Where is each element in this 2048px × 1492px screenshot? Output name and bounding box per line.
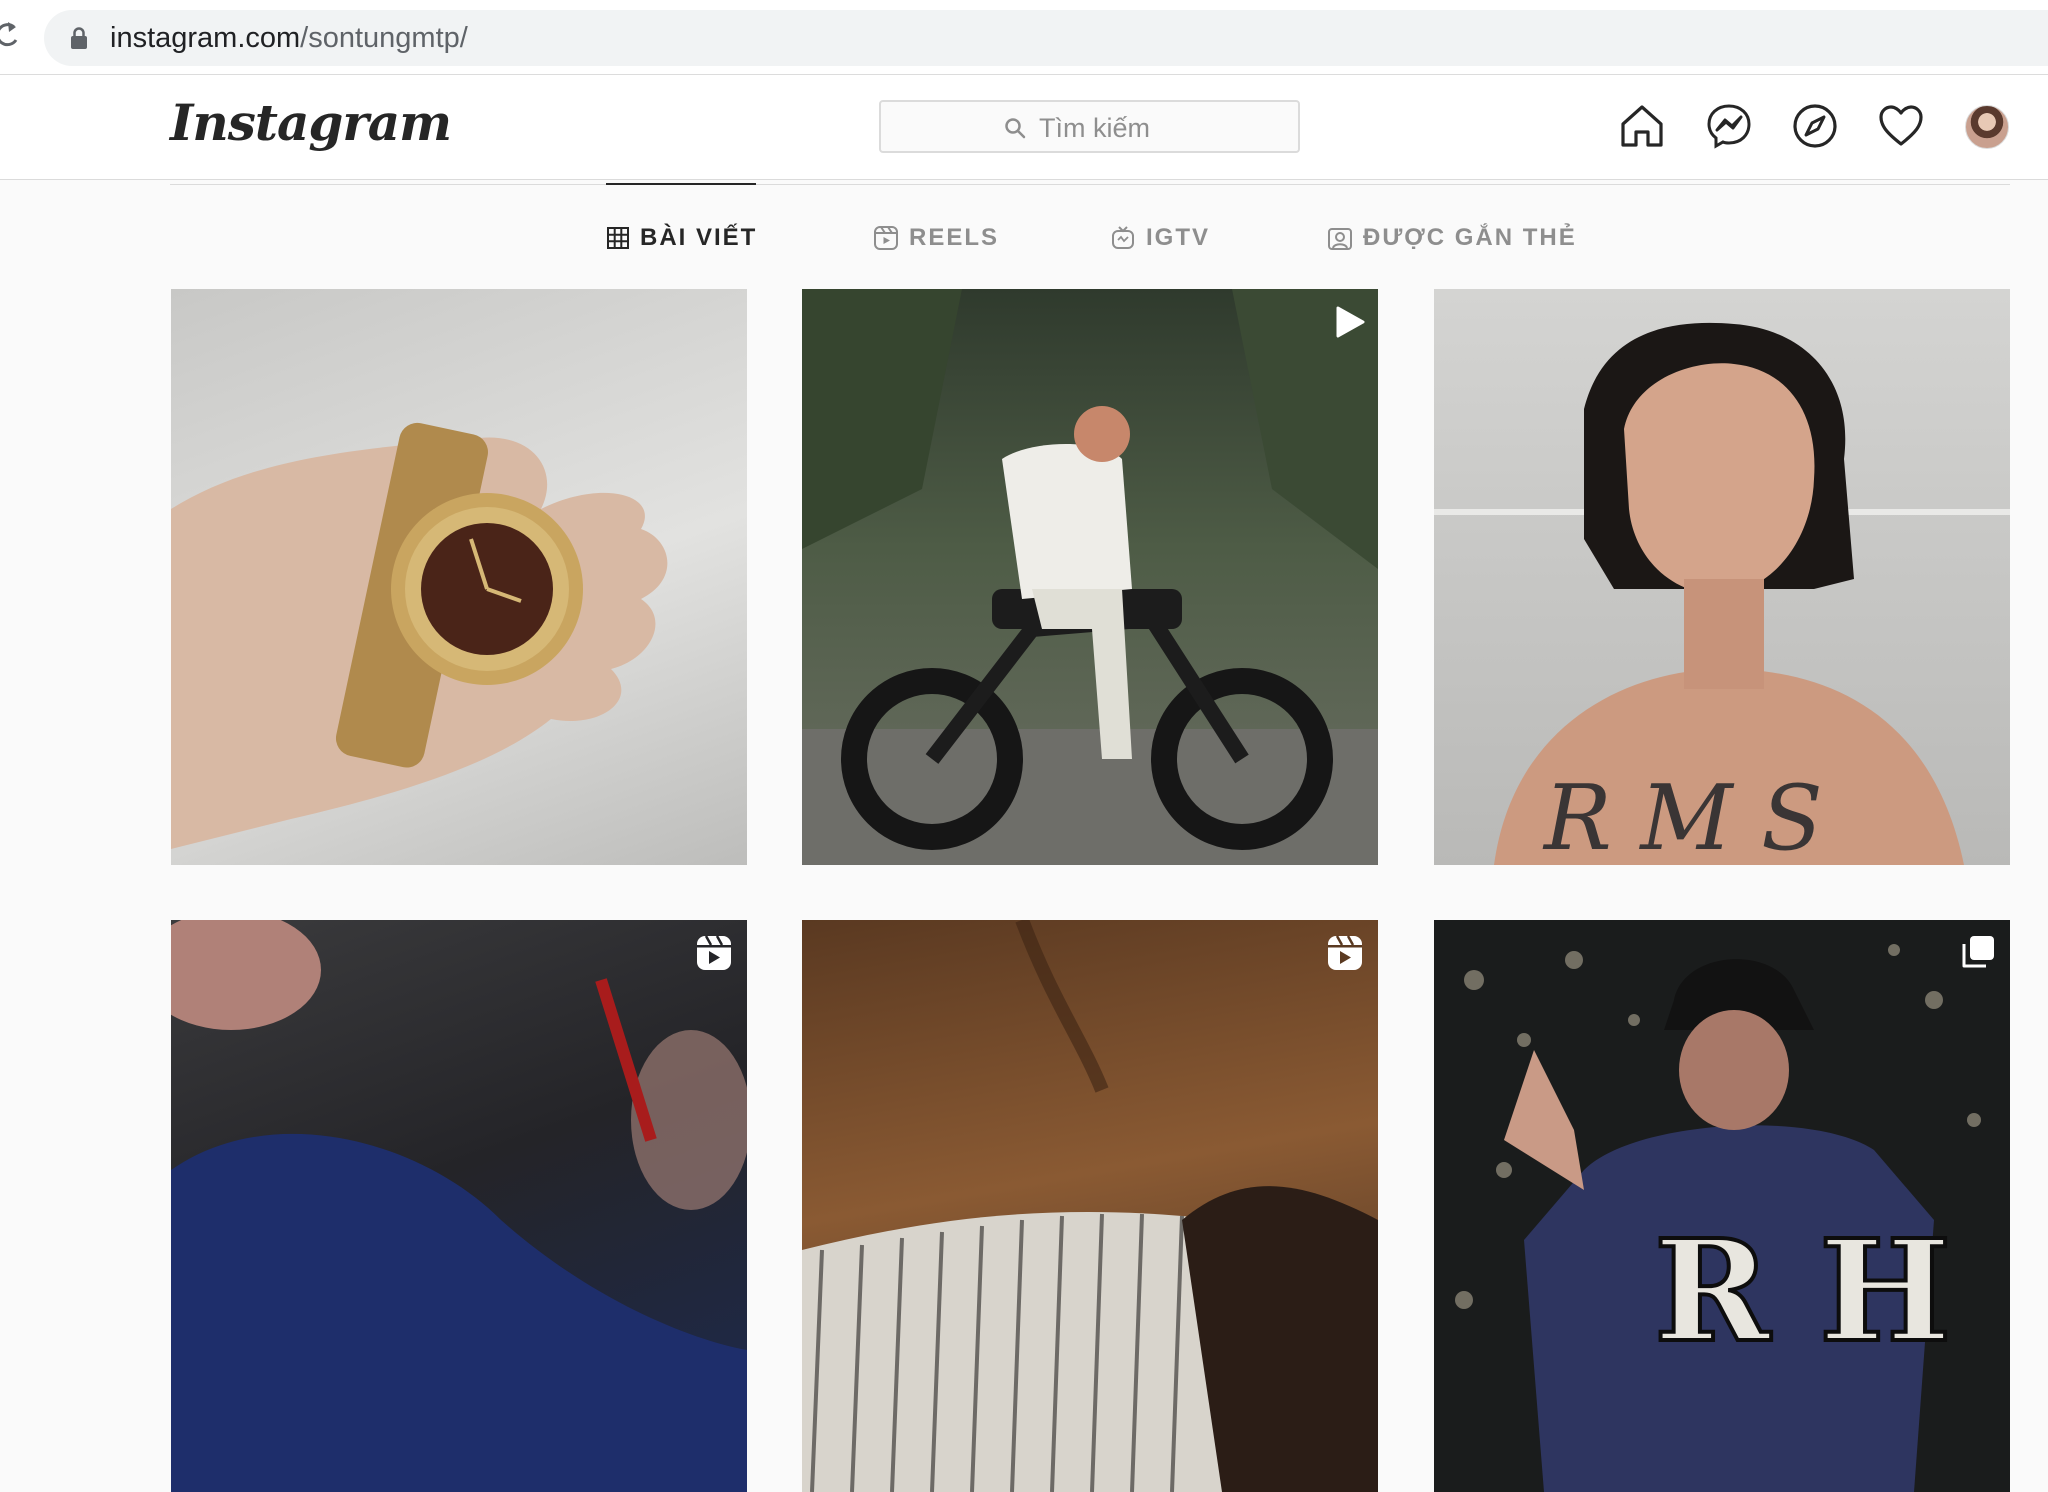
svg-text:R M S: R M S	[1542, 766, 1823, 865]
tab-tagged[interactable]: ĐƯỢC GẮN THẺ	[1327, 222, 1577, 254]
instagram-logo[interactable]: Instagram	[170, 93, 452, 152]
watch-photo	[171, 422, 668, 849]
performer-photo: R H	[1455, 944, 1981, 1492]
tab-reels-label: REELS	[909, 224, 1000, 251]
search-placeholder: Tìm kiếm	[1039, 113, 1150, 143]
post-thumbnail-watch[interactable]	[171, 289, 747, 865]
post-thumbnail-performer[interactable]: R H	[1434, 920, 2010, 1492]
tabs-divider	[170, 184, 2010, 185]
lock-icon	[71, 27, 87, 49]
motorbike-photo	[802, 289, 1378, 865]
blurred-person-photo	[171, 920, 747, 1492]
tab-tagged-label: ĐƯỢC GẮN THẺ	[1363, 224, 1577, 251]
svg-text:R H: R H	[1654, 1210, 1951, 1374]
sofa-shirt-photo	[802, 920, 1378, 1492]
search-input[interactable]: Tìm kiếm	[879, 100, 1300, 153]
tagged-icon	[1328, 228, 1352, 250]
tab-igtv[interactable]: IGTV	[1110, 222, 1210, 254]
active-tab-indicator	[606, 183, 756, 185]
grid-icon	[607, 227, 629, 249]
activity-heart-icon[interactable]	[1877, 102, 1925, 150]
reel-icon	[1328, 935, 1362, 970]
browser-toolbar: instagram.com/sontungmtp/	[0, 0, 2048, 75]
explore-compass-icon[interactable]	[1791, 102, 1839, 150]
reels-icon	[874, 226, 898, 250]
post-thumbnail-sofa[interactable]	[802, 920, 1378, 1492]
url-path: /sontungmtp/	[300, 22, 468, 54]
post-thumbnail-motorbike[interactable]	[802, 289, 1378, 865]
search-icon	[1005, 118, 1026, 139]
tab-igtv-label: IGTV	[1146, 224, 1211, 251]
url-text: instagram.com/sontungmtp/	[110, 20, 468, 56]
tab-reels[interactable]: REELS	[873, 222, 999, 254]
igtv-icon	[1112, 226, 1134, 249]
post-thumbnail-blur-blue[interactable]	[171, 920, 747, 1492]
messenger-icon[interactable]	[1705, 102, 1753, 150]
address-bar[interactable]: instagram.com/sontungmtp/	[44, 10, 2048, 66]
reload-icon[interactable]	[0, 18, 24, 52]
reel-icon	[697, 935, 731, 970]
post-thumbnail-selfie[interactable]: R M S	[1434, 289, 2010, 865]
home-icon[interactable]	[1618, 102, 1666, 150]
profile-avatar[interactable]	[1965, 105, 2009, 149]
carousel-icon	[1962, 936, 1994, 968]
tab-posts-label: BÀI VIẾT	[640, 224, 758, 251]
video-play-icon	[1336, 306, 1365, 338]
instagram-navbar: Instagram Tìm kiếm	[0, 75, 2048, 180]
url-domain: instagram.com	[110, 22, 301, 54]
tab-posts[interactable]: BÀI VIẾT	[606, 222, 757, 254]
selfie-photo: R M S	[1434, 322, 2010, 865]
